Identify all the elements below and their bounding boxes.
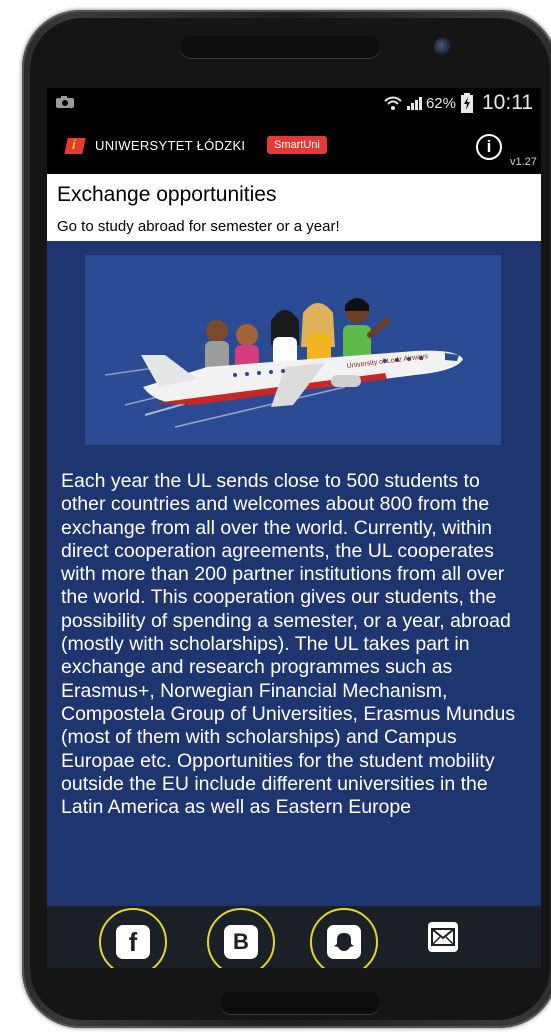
facebook-glyph: f — [128, 926, 138, 957]
status-bar: 62% 10:11 — [47, 88, 541, 118]
mail-icon — [431, 928, 455, 946]
page-subtitle: Go to study abroad for semester or a yea… — [57, 218, 340, 235]
bottom-share-bar: f B — [47, 906, 541, 968]
snapchat-button[interactable] — [310, 908, 378, 968]
app-bar: i UNIWERSYTET ŁÓDZKI SmartUni i v1.27 — [47, 118, 541, 174]
snapchat-icon — [327, 925, 361, 959]
battery-percent: 62% — [425, 94, 456, 112]
battery-charging-icon — [461, 93, 473, 113]
top-speaker — [180, 36, 380, 58]
status-icons: 62% 10:11 — [384, 90, 533, 116]
screen: 62% 10:11 i UNIWERSYTET ŁÓDZKI SmartUni … — [47, 88, 541, 968]
wifi-icon — [384, 96, 402, 110]
page-header: Exchange opportunities Go to study abroa… — [47, 174, 541, 241]
page-title: Exchange opportunities — [57, 183, 277, 206]
screenshot-notification-icon — [56, 96, 74, 108]
b-icon: B — [224, 925, 258, 959]
b-glyph: B — [233, 929, 249, 954]
facebook-icon: f — [116, 925, 150, 959]
exchange-illustration: University of Lodz Airways — [85, 255, 501, 445]
clock: 10:11 — [482, 91, 533, 114]
ghost-shape — [334, 933, 354, 951]
signal-icon — [406, 97, 422, 110]
version-label: v1.27 — [510, 156, 537, 168]
front-camera — [434, 38, 452, 56]
facebook-button[interactable]: f — [99, 908, 167, 968]
logo-letter: i — [72, 137, 76, 152]
b-button[interactable]: B — [207, 908, 275, 968]
article-text: Each year the UL sends close to 500 stud… — [61, 470, 516, 819]
app-title: UNIWERSYTET ŁÓDZKI — [95, 138, 246, 153]
info-button[interactable]: i — [476, 134, 502, 160]
mail-button[interactable] — [428, 922, 458, 952]
smartuni-badge: SmartUni — [267, 136, 327, 154]
bottom-speaker — [220, 992, 380, 1014]
info-icon: i — [486, 137, 492, 156]
